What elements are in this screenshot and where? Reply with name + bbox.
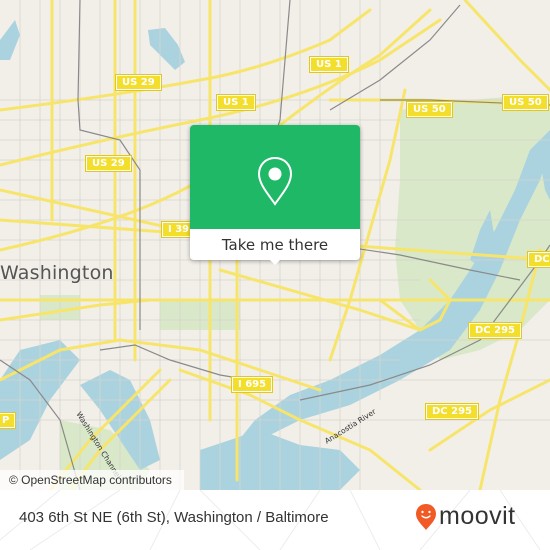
moovit-logo[interactable]: moovit — [415, 502, 516, 531]
route-shield-us50: US 50 — [502, 94, 549, 111]
map-view[interactable]: US 29 US 1 US 1 US 29 I 395 US 50 US 50 … — [0, 0, 550, 490]
route-shield-us29: US 29 — [85, 155, 132, 172]
popup-header — [190, 125, 360, 229]
map-attribution[interactable]: © OpenStreetMap contributors — [0, 470, 184, 490]
brand-name: moovit — [439, 502, 516, 530]
route-shield-dc295: DC 295 — [468, 322, 522, 339]
moovit-pin-icon — [416, 503, 436, 530]
route-shield-dc295: DC 295 — [425, 403, 479, 420]
map-pin-icon — [257, 156, 293, 206]
address-text: 403 6th St NE (6th St), Washington / Bal… — [19, 509, 329, 526]
city-label: Washington — [0, 262, 114, 284]
route-shield-p: P — [0, 412, 17, 429]
route-shield-us1: US 1 — [309, 56, 349, 73]
route-shield-i695: I 695 — [230, 376, 274, 393]
footer-bar: 403 6th St NE (6th St), Washington / Bal… — [0, 490, 550, 550]
popup-pointer — [266, 256, 284, 265]
route-shield-us29: US 29 — [115, 74, 162, 91]
route-shield-dc295: DC 295 — [527, 251, 550, 268]
route-shield-us50: US 50 — [406, 101, 453, 118]
destination-popup: Take me there — [190, 125, 360, 265]
route-shield-us1: US 1 — [216, 94, 256, 111]
